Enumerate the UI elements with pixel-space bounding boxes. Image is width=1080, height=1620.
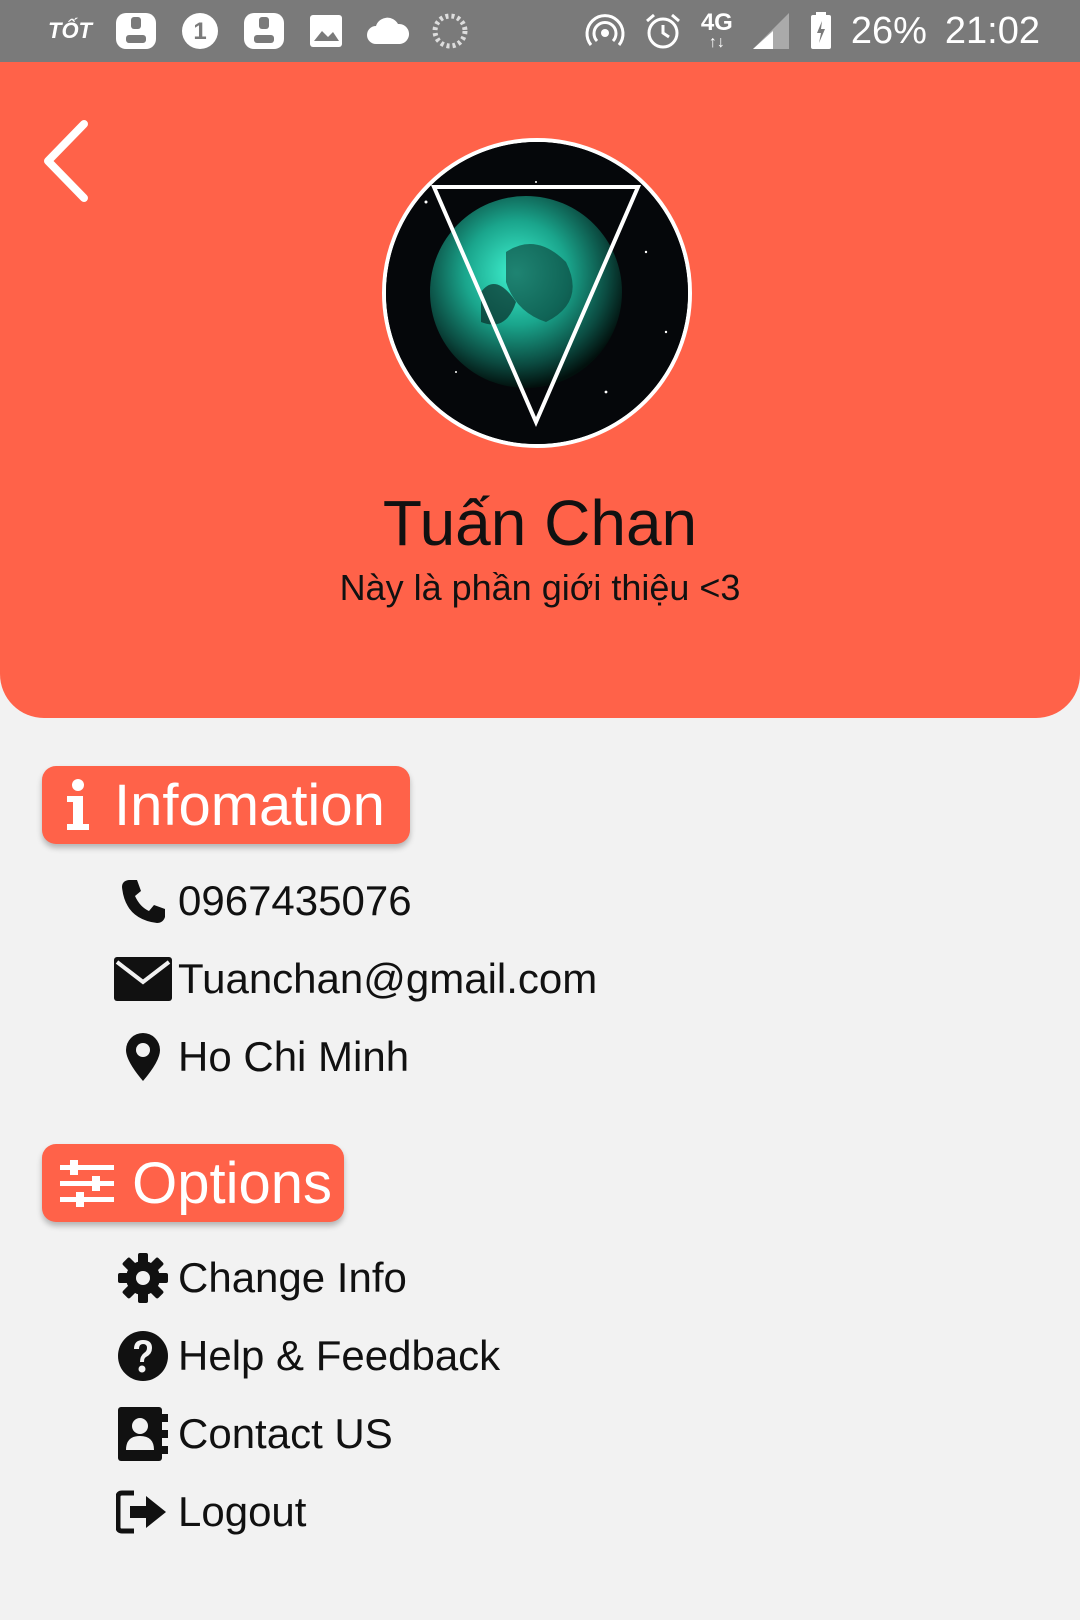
app-notification-icon — [114, 9, 158, 53]
chevron-left-icon — [44, 120, 88, 202]
question-circle-icon — [112, 1325, 174, 1387]
notification-count: 1 — [193, 18, 206, 45]
network-label: 4G — [700, 9, 733, 36]
information-section-title: Infomation — [114, 772, 385, 838]
avatar[interactable] — [382, 138, 692, 448]
information-section-header: Infomation — [42, 766, 410, 844]
contact-us-option[interactable]: Contact US — [112, 1401, 393, 1467]
options-section-header: Options — [42, 1144, 344, 1222]
image-icon — [308, 13, 344, 49]
phone-number: 0967435076 — [178, 877, 412, 924]
phone-icon — [112, 870, 174, 932]
loading-icon — [432, 13, 468, 49]
email-address: Tuanchan@gmail.com — [178, 955, 598, 1002]
info-icon — [42, 778, 114, 832]
location-text: Ho Chi Minh — [178, 1033, 410, 1080]
profile-bio: Này là phần giới thiệu <3 — [339, 567, 741, 608]
change-info-option[interactable]: Change Info — [112, 1245, 407, 1311]
help-feedback-label: Help & Feedback — [178, 1332, 501, 1379]
contact-book-icon — [112, 1403, 174, 1465]
map-pin-icon — [112, 1026, 174, 1088]
battery-percent: 26% — [850, 9, 927, 52]
change-info-label: Change Info — [178, 1254, 407, 1301]
profile-name: Tuấn Chan — [382, 487, 698, 559]
contact-us-label: Contact US — [178, 1410, 393, 1457]
back-button[interactable] — [38, 116, 98, 206]
logout-option[interactable]: Logout — [112, 1479, 306, 1545]
options-section-title: Options — [132, 1150, 332, 1216]
logout-label: Logout — [178, 1488, 307, 1535]
cloud-icon — [366, 16, 410, 46]
gear-icon — [112, 1247, 174, 1309]
carrier-label: TỐT — [48, 18, 92, 43]
clock: 21:02 — [944, 9, 1040, 52]
logout-icon — [112, 1481, 174, 1543]
hotspot-icon — [585, 11, 625, 51]
envelope-icon — [112, 948, 174, 1010]
signal-icon — [751, 11, 791, 51]
help-feedback-option[interactable]: Help & Feedback — [112, 1323, 500, 1389]
avatar-image — [386, 142, 688, 444]
location-row[interactable]: Ho Chi Minh — [112, 1024, 409, 1090]
notification-count-badge: 1 — [180, 11, 220, 51]
battery-icon — [809, 11, 833, 51]
sliders-icon — [42, 1157, 132, 1209]
alarm-icon — [643, 11, 683, 51]
app-notification-icon — [242, 9, 286, 53]
profile-header: Tuấn Chan Này là phần giới thiệu <3 — [0, 62, 1080, 718]
status-bar: TỐT 1 4G ↑↓ 26% 21:02 — [0, 0, 1080, 62]
network-type: 4G ↑↓ — [700, 9, 733, 51]
email-row[interactable]: Tuanchan@gmail.com — [112, 946, 597, 1012]
phone-row[interactable]: 0967435076 — [112, 868, 412, 934]
